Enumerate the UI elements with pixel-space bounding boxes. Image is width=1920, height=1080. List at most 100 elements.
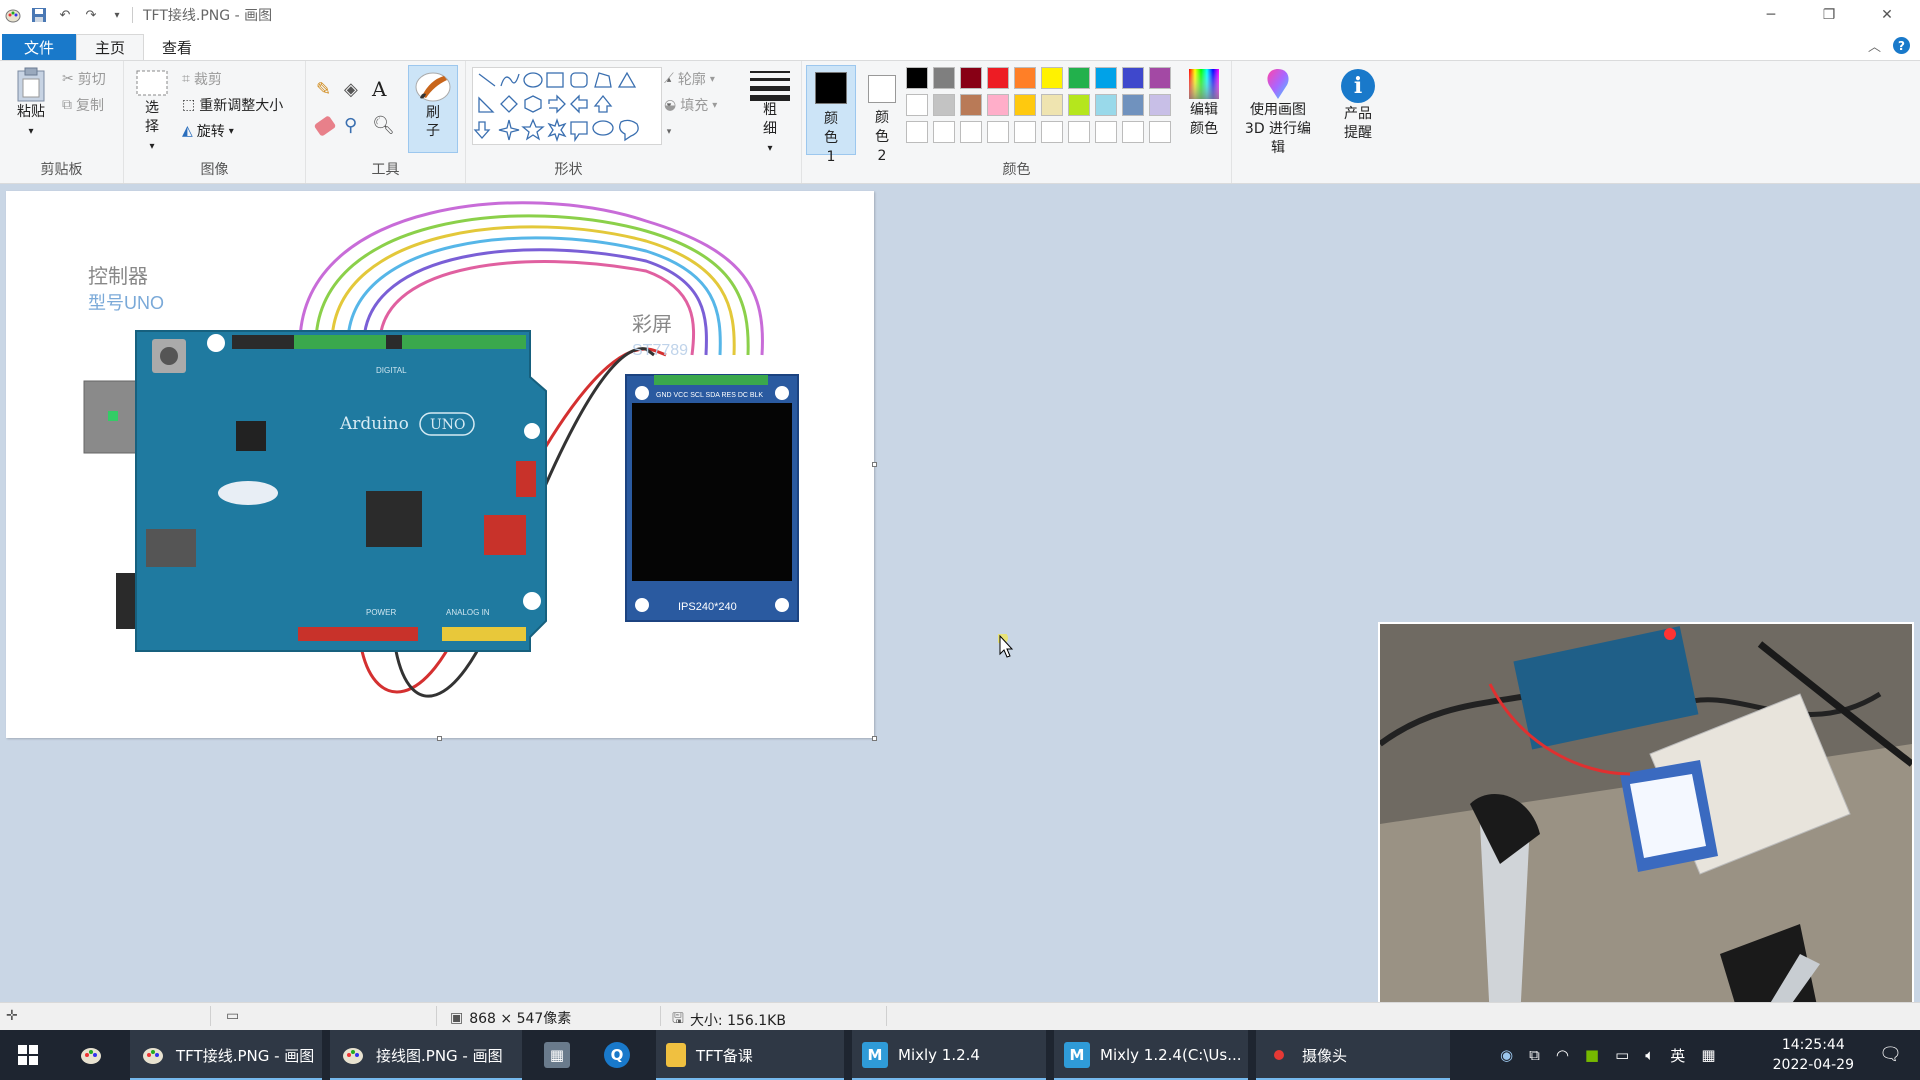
palette-swatch[interactable] <box>1041 67 1063 89</box>
paint-palette-icon <box>78 1042 104 1068</box>
taskbar-item-tft-folder[interactable]: TFT备课 <box>656 1030 844 1080</box>
defender-icon[interactable]: ◉ <box>1500 1046 1513 1064</box>
custom-color-slot[interactable] <box>1122 121 1144 143</box>
size-button[interactable]: 粗细 ▾ <box>748 69 792 158</box>
customize-toolbar-icon[interactable]: ▾ <box>108 6 126 24</box>
ime-language[interactable]: 英 <box>1670 1045 1685 1066</box>
brushes-button[interactable]: 刷子 <box>408 65 458 153</box>
volume-icon[interactable]: 🔈︎ <box>1645 1046 1654 1064</box>
system-clock[interactable]: 14:25:44 2022-04-29 <box>1773 1035 1854 1075</box>
drawing-canvas[interactable]: 控制器 型号UNO 彩屏 ST7789 DIGITAL Arduino UNO <box>6 191 874 738</box>
color-picker-icon[interactable]: ⚲ <box>344 115 357 136</box>
custom-color-slot[interactable] <box>933 121 955 143</box>
shapes-gallery[interactable] <box>472 67 662 145</box>
resize-handle-corner[interactable] <box>872 736 877 741</box>
redo-icon[interactable]: ↷ <box>82 6 100 24</box>
palette-swatch[interactable] <box>1122 67 1144 89</box>
palette-swatch[interactable] <box>1041 94 1063 116</box>
color2-button[interactable]: 颜色 2 <box>858 65 908 164</box>
brush-icon <box>414 70 452 104</box>
battery-icon[interactable]: ▭ <box>1615 1046 1629 1064</box>
palette-swatch[interactable] <box>1068 94 1090 116</box>
close-button[interactable]: ✕ <box>1858 0 1916 30</box>
palette-swatch[interactable] <box>933 67 955 89</box>
pinned-paint-app[interactable] <box>62 1030 122 1080</box>
custom-color-slot[interactable] <box>1095 121 1117 143</box>
resize-handle-right[interactable] <box>872 462 877 467</box>
minimize-button[interactable]: ─ <box>1742 0 1800 30</box>
copy-button[interactable]: ⧉ 复制 <box>62 95 104 115</box>
palette-swatch[interactable] <box>1149 67 1171 89</box>
start-button[interactable] <box>0 1030 58 1080</box>
notification-icon[interactable]: 🗨︎ <box>1879 1044 1902 1065</box>
palette-swatch[interactable] <box>906 94 928 116</box>
custom-color-slot[interactable] <box>1068 121 1090 143</box>
save-icon[interactable] <box>30 6 48 24</box>
outline-button[interactable]: ⟋ 轮廓 ▾ <box>664 69 715 89</box>
taskbar-item-mixly[interactable]: M Mixly 1.2.4 <box>852 1030 1046 1080</box>
collapse-ribbon-icon[interactable]: ︿ <box>1868 36 1881 55</box>
taskbar-item-label: Mixly 1.2.4 <box>898 1046 980 1064</box>
board-brand: Arduino <box>339 414 409 434</box>
custom-color-slot[interactable] <box>960 121 982 143</box>
mount-hole <box>207 334 225 352</box>
fill-bucket-icon[interactable]: ◈ <box>344 79 358 100</box>
palette-swatch[interactable] <box>1149 94 1171 116</box>
palette-swatch[interactable] <box>1122 94 1144 116</box>
tab-file[interactable]: 文件 <box>2 34 77 60</box>
pinned-browser[interactable]: Q <box>588 1030 648 1080</box>
select-button[interactable]: 选择 ▾ <box>132 69 172 156</box>
custom-color-slot[interactable] <box>1014 121 1036 143</box>
taskbar-item-camera[interactable]: 摄像头 <box>1256 1030 1450 1080</box>
restore-button[interactable]: ❐ <box>1800 0 1858 30</box>
rotate-button[interactable]: ◭ 旋转 ▾ <box>182 121 234 141</box>
status-separator <box>886 1006 887 1026</box>
paste-button[interactable]: 粘贴 ▾ <box>8 67 54 141</box>
magnifier-icon[interactable]: 🔍︎ <box>372 115 395 136</box>
status-separator <box>210 1006 211 1026</box>
palette-swatch[interactable] <box>960 67 982 89</box>
paint3d-button[interactable]: 使用画图 3D 进行编辑 <box>1238 67 1318 158</box>
palette-swatch[interactable] <box>1095 94 1117 116</box>
product-alert-button[interactable]: i 产品提醒 <box>1336 69 1380 143</box>
taskbar-item-tft-paint[interactable]: TFT接线.PNG - 画图 <box>130 1030 322 1080</box>
wifi-icon[interactable]: ◠ <box>1556 1046 1569 1064</box>
resize-handle-bottom[interactable] <box>437 736 442 741</box>
tab-view[interactable]: 查看 <box>144 34 210 60</box>
task-view-icon[interactable]: ⧉ <box>1529 1046 1540 1064</box>
tab-home[interactable]: 主页 <box>76 34 145 60</box>
tft-mount-hole <box>775 386 789 400</box>
taskbar-item-mixly-2[interactable]: M Mixly 1.2.4(C:\Us... <box>1054 1030 1248 1080</box>
custom-color-slot[interactable] <box>987 121 1009 143</box>
eraser-icon[interactable] <box>313 115 337 137</box>
palette-swatch[interactable] <box>933 94 955 116</box>
palette-swatch[interactable] <box>987 67 1009 89</box>
palette-swatch[interactable] <box>1014 94 1036 116</box>
pinned-calculator[interactable]: ▦ <box>530 1030 580 1080</box>
custom-color-slot[interactable] <box>906 121 928 143</box>
palette-swatch[interactable] <box>987 94 1009 116</box>
palette-swatch[interactable] <box>960 94 982 116</box>
color1-button[interactable]: 颜色 1 <box>806 65 856 165</box>
ime-mode-icon[interactable]: ▦ <box>1701 1046 1715 1064</box>
custom-color-slot[interactable] <box>1149 121 1171 143</box>
paint-app-icon[interactable] <box>4 6 22 24</box>
nvidia-icon[interactable]: ■ <box>1585 1046 1599 1064</box>
more-shapes-icon[interactable]: ▾ <box>667 127 672 137</box>
palette-swatch[interactable] <box>1014 67 1036 89</box>
palette-swatch[interactable] <box>1095 67 1117 89</box>
palette-swatch[interactable] <box>906 67 928 89</box>
cut-button[interactable]: ✂ 剪切 <box>62 69 106 89</box>
taskbar-item-wiring-paint[interactable]: 接线图.PNG - 画图 <box>330 1030 522 1080</box>
help-icon[interactable]: ? <box>1893 37 1910 54</box>
palette-swatch[interactable] <box>1068 67 1090 89</box>
crop-button[interactable]: ⌗ 裁剪 <box>182 69 222 89</box>
edit-colors-button[interactable]: 编辑颜色 <box>1180 67 1228 139</box>
fill-button[interactable]: ◒ 填充 ▾ <box>664 95 717 115</box>
text-tool-icon[interactable]: A <box>372 77 386 101</box>
custom-color-slot[interactable] <box>1041 121 1063 143</box>
resize-button[interactable]: ⬚ 重新调整大小 <box>182 95 283 115</box>
undo-icon[interactable]: ↶ <box>56 6 74 24</box>
paint3d-group: 使用画图 3D 进行编辑 <box>1236 61 1320 183</box>
pencil-icon[interactable]: ✎ <box>316 79 331 100</box>
